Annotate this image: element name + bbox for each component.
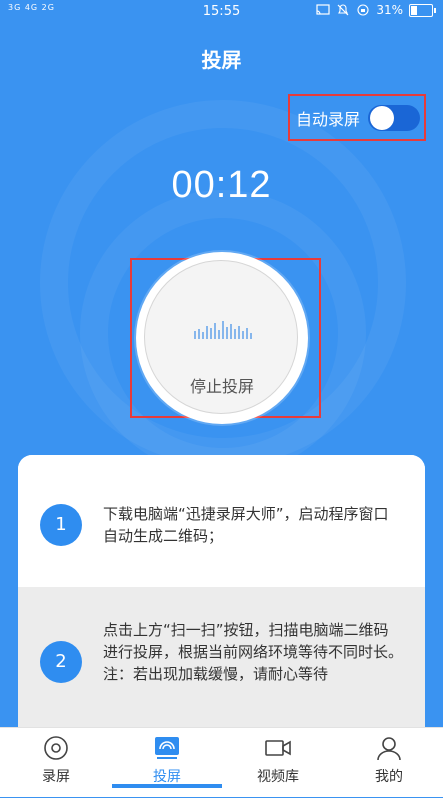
video-library-icon	[265, 740, 291, 756]
tab-profile[interactable]: 我的	[345, 728, 433, 798]
bottom-tab-bar: 录屏 投屏 视频库 我的	[0, 727, 443, 797]
stop-button-face: 停止投屏	[144, 260, 298, 414]
profile-icon	[377, 737, 401, 761]
stop-cast-button[interactable]: 停止投屏	[136, 252, 308, 424]
instruction-step: 2 点击上方“扫一扫”按钮，扫描电脑端二维码进行投屏，根据当前网络环境等待不同时…	[18, 587, 425, 735]
status-icons: 31%	[316, 3, 436, 17]
step-text: 点击上方“扫一扫”按钮，扫描电脑端二维码进行投屏，根据当前网络环境等待不同时长。…	[103, 621, 404, 683]
auto-record-label: 自动录屏	[296, 109, 361, 129]
battery-percent: 31%	[376, 3, 403, 17]
status-bar: 3G 4G 2G 15:55 31%	[0, 0, 443, 24]
lock-rotation-icon	[357, 4, 369, 16]
tab-label: 我的	[375, 769, 403, 785]
instructions-card: 1 下载电脑端“迅捷录屏大师”，启动程序窗口自动生成二维码； 2 点击上方“扫一…	[18, 455, 425, 735]
stop-button-label: 停止投屏	[189, 377, 254, 396]
cast-timer: 00:12	[171, 164, 272, 206]
tab-record[interactable]: 录屏	[12, 728, 100, 798]
tab-label: 录屏	[42, 769, 70, 785]
step-number-badge: 1	[40, 504, 82, 546]
auto-record-toggle[interactable]	[368, 104, 421, 131]
record-icon	[44, 736, 68, 760]
tab-video-library[interactable]: 视频库	[234, 728, 322, 798]
active-tab-indicator	[112, 784, 222, 788]
page-title: 投屏	[201, 48, 242, 72]
cast-icon	[316, 4, 330, 15]
tab-label: 视频库	[257, 769, 299, 785]
auto-record-setting: 自动录屏	[288, 94, 426, 141]
mute-icon	[337, 4, 349, 16]
cast-screen-icon	[155, 737, 179, 759]
step-number-badge: 2	[40, 641, 82, 683]
step-text: 下载电脑端“迅捷录屏大师”，启动程序窗口自动生成二维码；	[103, 505, 389, 545]
instruction-step: 1 下载电脑端“迅捷录屏大师”，启动程序窗口自动生成二维码；	[18, 455, 425, 587]
sound-wave-icon	[194, 321, 252, 339]
battery-icon	[409, 3, 436, 17]
tab-label: 投屏	[153, 769, 181, 785]
toggle-knob	[370, 105, 395, 130]
